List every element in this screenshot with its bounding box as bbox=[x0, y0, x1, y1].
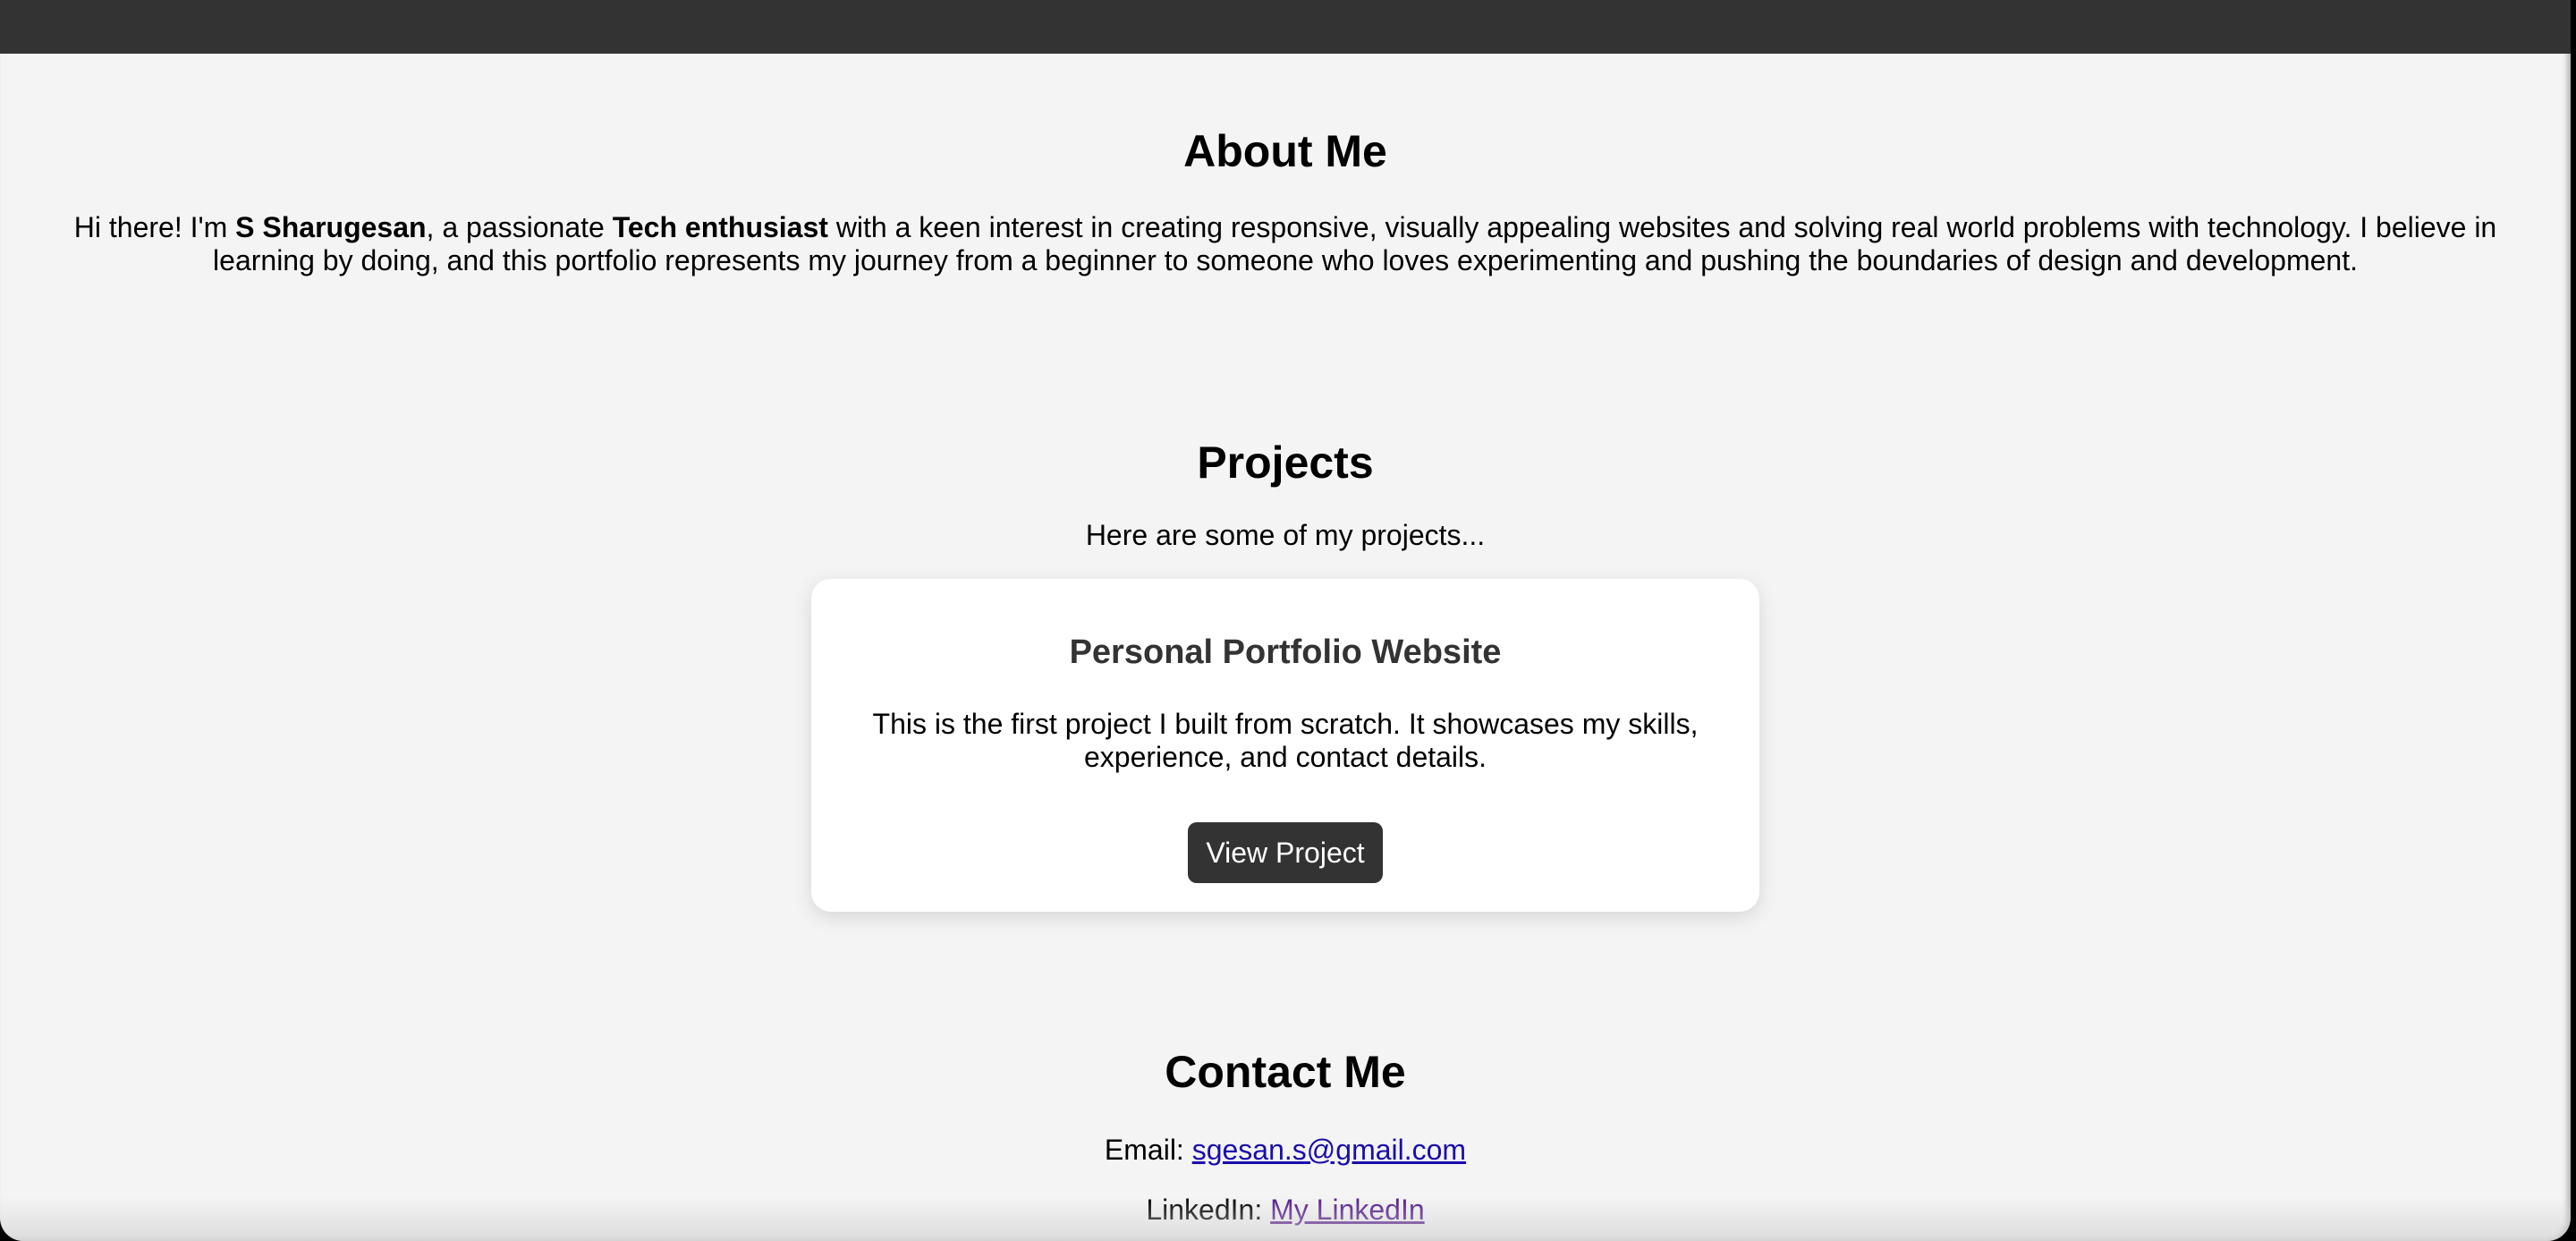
projects-intro: Here are some of my projects... bbox=[1085, 519, 1486, 551]
email-link[interactable]: sgesan.s@gmail.com bbox=[1192, 1134, 1466, 1166]
about-heading: About Me bbox=[1183, 126, 1387, 176]
project-description: This is the first project I built from s… bbox=[872, 708, 1699, 773]
project-title: Personal Portfolio Website bbox=[1069, 633, 1502, 671]
browser-viewport: About Me Hi there! I'm S Sharugesan, a p… bbox=[0, 0, 2571, 1241]
site-header-bar bbox=[0, 0, 2571, 54]
linkedin-link[interactable]: My LinkedIn bbox=[1270, 1194, 1425, 1226]
about-section: About Me Hi there! I'm S Sharugesan, a p… bbox=[0, 54, 2571, 277]
contact-linkedin-line: LinkedIn: My LinkedIn bbox=[0, 1194, 2571, 1227]
view-project-button[interactable]: View Project bbox=[1188, 822, 1383, 883]
about-paragraph: Hi there! I'm S Sharugesan, a passionate… bbox=[63, 211, 2508, 277]
page-content: About Me Hi there! I'm S Sharugesan, a p… bbox=[0, 54, 2571, 1227]
linkedin-label: LinkedIn: bbox=[1146, 1194, 1271, 1226]
about-role: Tech enthusiast bbox=[612, 211, 828, 243]
contact-heading: Contact Me bbox=[1165, 1047, 1406, 1097]
projects-section: Projects Here are some of my projects...… bbox=[0, 277, 2571, 912]
about-intro-mid: , a passionate bbox=[426, 211, 613, 243]
projects-heading: Projects bbox=[1197, 438, 1374, 488]
contact-email-line: Email: sgesan.s@gmail.com bbox=[0, 1134, 2571, 1167]
contact-section: Contact Me Email: sgesan.s@gmail.com Lin… bbox=[0, 912, 2571, 1227]
about-name: S Sharugesan bbox=[235, 211, 427, 243]
email-label: Email: bbox=[1104, 1134, 1192, 1166]
project-card: Personal Portfolio Website This is the f… bbox=[811, 579, 1759, 912]
about-intro-pre: Hi there! I'm bbox=[73, 211, 236, 243]
